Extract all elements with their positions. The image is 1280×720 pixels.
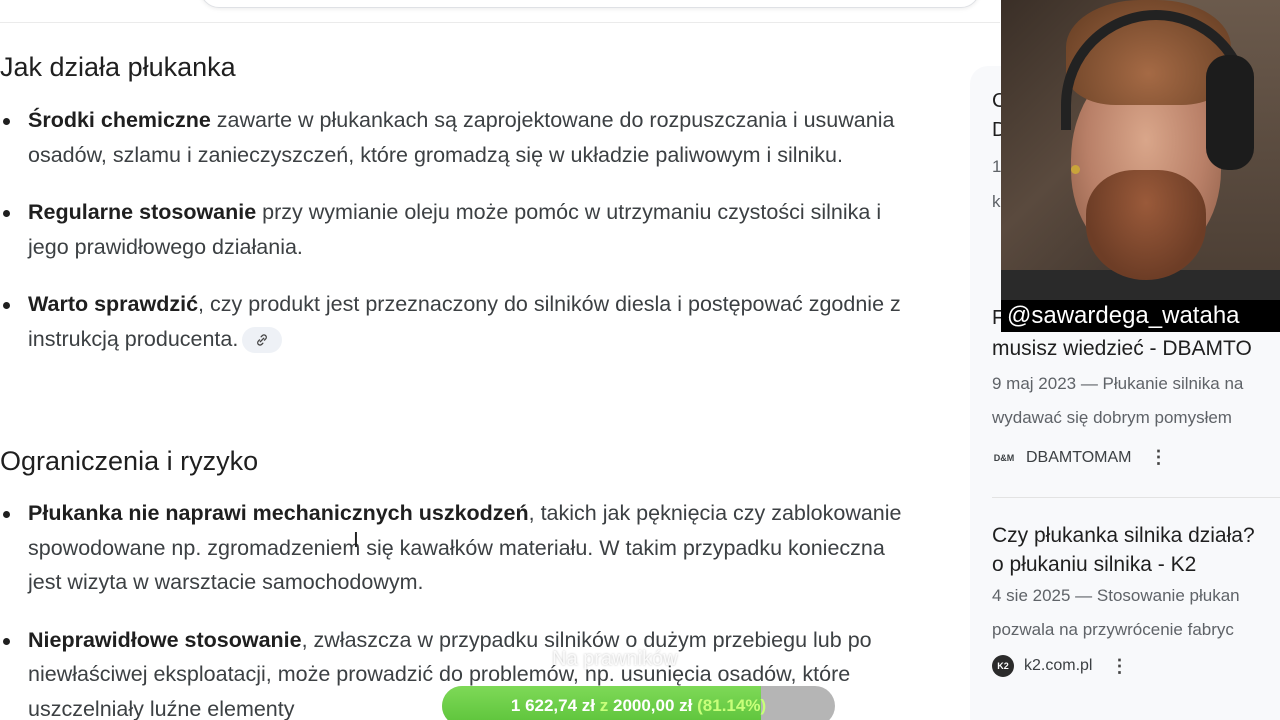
list-item: Środki chemiczne zawarte w płukankach są…: [0, 103, 910, 172]
source-attribution: D&M DBAMTOMAM ⋮: [992, 447, 1280, 468]
snippet-line: 9 maj 2023 — Płukanie silnika na: [992, 374, 1244, 393]
headset-earcup: [1206, 55, 1254, 170]
ai-overview-content: Jak działa płukanka Środki chemiczne zaw…: [0, 0, 960, 720]
dbamtomam-logo-icon: D&M: [993, 452, 1015, 463]
source-card-snippet: 4 sie 2025 — Stosowanie płukan pozwala n…: [992, 579, 1280, 647]
source-card-title[interactable]: Czy płukanka silnika działa?: [992, 521, 1280, 550]
snippet-line: pozwala na przywrócenie fabryc: [992, 620, 1234, 639]
source-attribution: K2 k2.com.pl ⋮: [992, 655, 1280, 677]
bullet-list-how-it-works: Środki chemiczne zawarte w płukankach są…: [0, 103, 910, 356]
more-options-icon[interactable]: ⋮: [1149, 447, 1167, 468]
k2-logo-icon: K2: [992, 655, 1014, 677]
item-bold-lead: Środki chemiczne: [28, 108, 211, 132]
item-bold-lead: Warto sprawdzić: [28, 292, 199, 316]
streamer-beard: [1086, 170, 1206, 280]
list-item: Regularne stosowanie przy wymianie oleju…: [0, 195, 910, 264]
source-card-k2[interactable]: Czy płukanka silnika działa? o płukaniu …: [992, 521, 1280, 677]
snippet-line: 4 sie 2025 — Stosowanie płukan: [992, 586, 1240, 605]
card-snippet-fragment: k: [992, 192, 1001, 211]
item-bold-lead: Płukanka nie naprawi mechanicznych uszko…: [28, 501, 529, 525]
snippet-line: wydawać się dobrym pomysłem: [992, 408, 1232, 427]
text-cursor-icon: I: [353, 528, 359, 552]
list-item: Warto sprawdzić, czy produkt jest przezn…: [0, 287, 910, 356]
donation-goal-text: 1 622,74 zł z 2000,00 zł (81.14%): [442, 686, 835, 720]
item-bold-lead: Nieprawidłowe stosowanie: [28, 627, 302, 652]
source-link-chip[interactable]: [242, 326, 283, 353]
stream-overlay-caption: Na prawników: [552, 648, 678, 670]
goal-percent: (81.14%): [697, 696, 767, 715]
source-name: k2.com.pl: [1024, 657, 1093, 674]
goal-separator: z: [599, 696, 609, 715]
source-card-title[interactable]: o płukaniu silnika - K2: [992, 550, 1280, 579]
source-card-title[interactable]: musisz wiedzieć - DBAMTO: [992, 334, 1280, 363]
section-heading-how-it-works: Jak działa płukanka: [0, 52, 236, 82]
webcam-overlay: [1001, 0, 1280, 300]
microphone-icon: [1071, 165, 1080, 174]
source-card-snippet: 9 maj 2023 — Płukanie silnika na wydawać…: [992, 367, 1280, 435]
section-heading-limits-risks: Ograniczenia i ryzyko: [0, 446, 259, 476]
goal-target: 2000,00 zł: [612, 696, 693, 715]
card-divider: [992, 497, 1280, 498]
item-bold-lead: Regularne stosowanie: [28, 200, 257, 224]
source-card-dbamtomam[interactable]: musisz wiedzieć - DBAMTO 9 maj 2023 — Pł…: [992, 334, 1280, 468]
link-icon: [257, 334, 268, 346]
more-options-icon[interactable]: ⋮: [1110, 656, 1128, 677]
streamer-handle: @sawardega_wataha: [1001, 300, 1280, 332]
source-name: DBAMTOMAM: [1026, 448, 1132, 466]
donation-goal-bar: 1 622,74 zł z 2000,00 zł (81.14%): [442, 686, 835, 720]
list-item: Płukanka nie naprawi mechanicznych uszko…: [0, 496, 910, 600]
goal-current: 1 622,74 zł: [510, 696, 596, 715]
